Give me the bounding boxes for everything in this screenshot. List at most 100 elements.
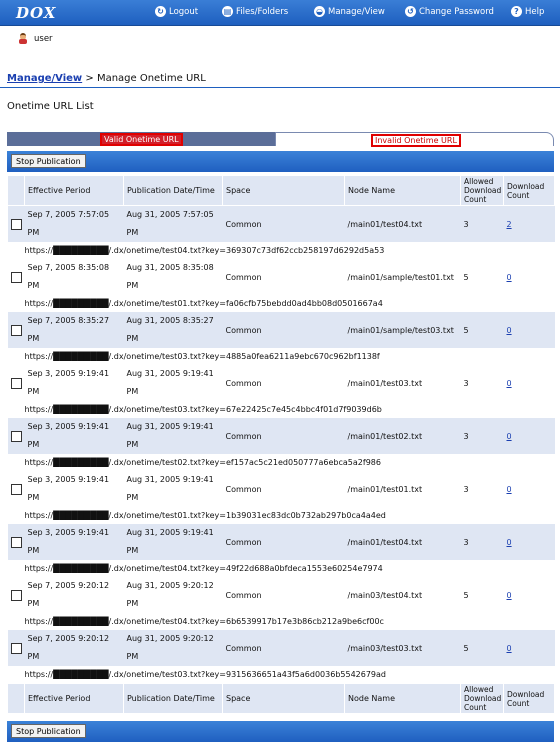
allowed-download-count-cell: 5 — [460, 577, 504, 613]
node-name-cell: /main01/test01.txt — [344, 471, 461, 507]
breadcrumb-current: Manage Onetime URL — [96, 73, 206, 84]
space-cell: Common — [222, 365, 345, 401]
allowed-download-count-cell: 3 — [460, 365, 504, 401]
row-checkbox[interactable] — [10, 377, 22, 389]
publication-date-cell: Aug 31, 2005 9:19:41 PM — [123, 471, 223, 507]
allowed-download-count-cell: 5 — [460, 312, 504, 348]
download-count-link[interactable]: 0 — [507, 644, 512, 653]
tab-invalid-onetime-url[interactable]: Invalid Onetime URL — [275, 132, 554, 147]
effective-period-line1: Sep 3, 2005 9:19:41 — [27, 422, 110, 431]
table-row-url: https://█████████/.dx/onetime/test04.txt… — [8, 560, 555, 577]
nav-logout[interactable]: ↻ Logout — [155, 6, 198, 17]
publication-date-line2: PM — [126, 546, 139, 555]
space-cell: Common — [222, 630, 345, 666]
row-checkbox[interactable] — [10, 430, 22, 442]
publication-date-line1: Aug 31, 2005 7:57:05 — [126, 210, 214, 219]
table-row: Sep 3, 2005 9:19:41 PM Aug 31, 2005 9:19:4… — [7, 471, 555, 507]
space-cell: Common — [222, 577, 345, 613]
node-name-cell: /main01/test03.txt — [344, 365, 461, 401]
nav-files-folders[interactable]: ▤ Files/Folders — [222, 6, 288, 17]
header-download-count[interactable]: Download Count — [503, 175, 555, 206]
publication-date-cell: Aug 31, 2005 8:35:27 PM — [123, 312, 223, 348]
download-count-link[interactable]: 0 — [507, 326, 512, 335]
download-count-link[interactable]: 0 — [507, 485, 512, 494]
effective-period-line1: Sep 3, 2005 9:19:41 — [27, 475, 110, 484]
row-select-cell — [7, 630, 25, 666]
nav-change-password[interactable]: ↺ Change Password — [405, 6, 494, 17]
publication-date-cell: Aug 31, 2005 9:20:12 PM — [123, 577, 223, 613]
download-count-link[interactable]: 0 — [507, 538, 512, 547]
effective-period-line2: PM — [27, 652, 40, 661]
effective-period-cell: Sep 7, 2005 8:35:08 PM — [24, 259, 124, 295]
publication-date-line2: PM — [126, 228, 139, 237]
effective-period-cell: Sep 3, 2005 9:19:41 PM — [24, 418, 124, 454]
nav-manage-view[interactable]: ◒ Manage/View — [314, 6, 385, 17]
tab-valid-onetime-url[interactable]: Valid Onetime URL — [7, 132, 275, 146]
row-select-cell — [7, 471, 25, 507]
effective-period-line2: PM — [27, 546, 40, 555]
stop-publication-button-bottom[interactable]: Stop Publication — [11, 724, 86, 738]
header-allowed-download-count[interactable]: Allowed Download Count — [460, 175, 504, 206]
download-count-cell: 0 — [503, 524, 555, 560]
download-count-cell: 0 — [503, 630, 555, 666]
table-row-url: https://█████████/.dx/onetime/test01.txt… — [8, 507, 555, 524]
header-node-name[interactable]: Node Name — [344, 175, 461, 206]
header-select — [7, 175, 25, 206]
table-row-url: https://█████████/.dx/onetime/test04.txt… — [8, 613, 555, 630]
node-name-cell: /main03/test03.txt — [344, 630, 461, 666]
publication-date-line2: PM — [126, 440, 139, 449]
effective-period-line2: PM — [27, 599, 40, 608]
node-name-cell: /main03/test04.txt — [344, 577, 461, 613]
table-row: Sep 3, 2005 9:19:41 PM Aug 31, 2005 9:19:4… — [7, 365, 555, 401]
password-icon: ↺ — [405, 6, 416, 17]
row-select-cell — [7, 312, 25, 348]
effective-period-cell: Sep 3, 2005 9:19:41 PM — [24, 365, 124, 401]
row-checkbox[interactable] — [10, 324, 22, 336]
stop-publication-button-top[interactable]: Stop Publication — [11, 154, 86, 168]
nav-help[interactable]: ? Help — [511, 6, 544, 17]
onetime-url-table: Effective Period Publication Date/Time S… — [7, 175, 555, 714]
header-effective-period[interactable]: Effective Period — [24, 175, 124, 206]
footer-effective-period: Effective Period — [24, 683, 124, 714]
header-publication-date[interactable]: Publication Date/Time — [123, 175, 223, 206]
allowed-download-count-cell: 3 — [460, 524, 504, 560]
row-checkbox[interactable] — [10, 589, 22, 601]
footer-space: Space — [222, 683, 345, 714]
space-cell: Common — [222, 524, 345, 560]
tab-invalid-label: Invalid Onetime URL — [371, 134, 461, 147]
row-select-cell — [7, 365, 25, 401]
row-checkbox[interactable] — [10, 271, 22, 283]
table-row: Sep 3, 2005 9:19:41 PM Aug 31, 2005 9:19:4… — [7, 418, 555, 454]
dox-logo: DOX — [16, 4, 57, 22]
publication-date-cell: Aug 31, 2005 9:20:12 PM — [123, 630, 223, 666]
effective-period-line2: PM — [27, 440, 40, 449]
publication-date-line2: PM — [126, 387, 139, 396]
row-checkbox[interactable] — [10, 536, 22, 548]
allowed-download-count-cell: 5 — [460, 630, 504, 666]
table-row: Sep 7, 2005 8:35:08 PM Aug 31, 2005 8:35:0… — [7, 259, 555, 295]
publication-date-line1: Aug 31, 2005 8:35:27 — [126, 316, 214, 325]
user-icon — [18, 33, 28, 44]
download-count-link[interactable]: 2 — [507, 220, 512, 229]
effective-period-line1: Sep 3, 2005 9:19:41 — [27, 528, 110, 537]
manage-icon: ◒ — [314, 6, 325, 17]
effective-period-line1: Sep 7, 2005 8:35:27 — [27, 316, 110, 325]
effective-period-line2: PM — [27, 228, 40, 237]
row-checkbox[interactable] — [10, 483, 22, 495]
breadcrumb-manage-view-link[interactable]: Manage/View — [7, 73, 82, 84]
header-space[interactable]: Space — [222, 175, 345, 206]
node-name-cell: /main01/sample/test03.txt — [344, 312, 461, 348]
row-checkbox[interactable] — [10, 642, 22, 654]
nav-logout-label: Logout — [169, 6, 199, 17]
publication-date-line1: Aug 31, 2005 9:20:12 — [126, 634, 214, 643]
table-row: Sep 7, 2005 9:20:12 PM Aug 31, 2005 9:20:1… — [7, 577, 555, 613]
download-count-link[interactable]: 0 — [507, 379, 512, 388]
download-count-cell: 0 — [503, 471, 555, 507]
download-count-link[interactable]: 0 — [507, 591, 512, 600]
row-select-cell — [7, 524, 25, 560]
row-checkbox[interactable] — [10, 218, 22, 230]
download-count-link[interactable]: 0 — [507, 432, 512, 441]
effective-period-line1: Sep 3, 2005 9:19:41 — [27, 369, 110, 378]
tabs: Valid Onetime URL Invalid Onetime URL — [7, 132, 554, 147]
download-count-link[interactable]: 0 — [507, 273, 512, 282]
